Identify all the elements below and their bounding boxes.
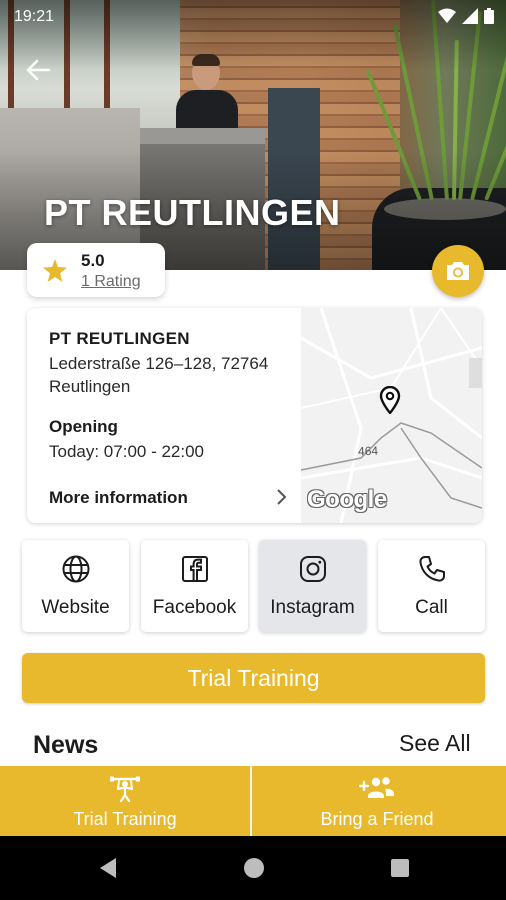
star-icon — [43, 259, 67, 282]
status-time: 19:21 — [14, 8, 55, 25]
studio-name: PT REUTLINGEN — [49, 329, 190, 348]
add-group-icon — [359, 777, 394, 798]
back-button[interactable] — [20, 52, 56, 88]
more-information-link[interactable]: More information — [49, 488, 188, 508]
camera-button[interactable] — [432, 245, 484, 297]
rating-count-link[interactable]: 1 Rating — [81, 273, 141, 291]
system-navigation-bar — [0, 836, 506, 900]
nav-recents-icon — [391, 859, 409, 877]
news-section-title: News — [33, 731, 99, 759]
instagram-icon — [299, 556, 326, 582]
bottom-tab-trial-training-label: Trial Training — [73, 809, 177, 829]
studio-address: Lederstraße 126–128, 72764 Reutlingen — [49, 354, 269, 396]
see-all-link[interactable]: See All — [399, 730, 471, 757]
call-button[interactable]: Call — [378, 540, 485, 632]
nav-back-button[interactable] — [94, 854, 122, 882]
status-bar: 19:21 — [0, 0, 506, 34]
arrow-left-icon — [26, 59, 51, 81]
trial-training-button[interactable]: Trial Training — [22, 653, 485, 703]
opening-hours: Today: 07:00 - 22:00 — [49, 442, 205, 461]
website-label: Website — [41, 597, 110, 618]
website-button[interactable]: Website — [22, 540, 129, 632]
phone-icon — [418, 556, 445, 582]
bottom-tab-bring-a-friend-label: Bring a Friend — [320, 809, 434, 829]
page-title: PT REUTLINGEN — [44, 192, 341, 233]
location-map[interactable]: 464 Google — [301, 308, 482, 523]
opening-label: Opening — [49, 417, 118, 436]
nav-recents-button[interactable] — [386, 854, 414, 882]
facebook-button[interactable]: Facebook — [141, 540, 248, 632]
facebook-label: Facebook — [152, 597, 237, 618]
instagram-label: Instagram — [270, 597, 355, 618]
instagram-button[interactable]: Instagram — [259, 540, 366, 632]
nav-home-button[interactable] — [240, 854, 268, 882]
bottom-tab-bring-a-friend[interactable]: Bring a Friend — [252, 766, 502, 836]
map-pin-icon — [379, 386, 401, 414]
contact-actions: Website Facebook Instagram Call — [22, 540, 485, 632]
chevron-right-icon[interactable] — [276, 488, 288, 506]
nav-home-icon — [244, 858, 264, 878]
trial-training-icon — [109, 776, 141, 802]
facebook-icon — [181, 556, 208, 582]
rating-score: 5.0 — [81, 251, 105, 270]
globe-icon — [62, 555, 89, 583]
bottom-action-bar: Trial Training Bring a Friend — [0, 766, 506, 836]
nav-back-icon — [100, 858, 116, 878]
battery-icon — [484, 8, 494, 24]
call-label: Call — [415, 597, 448, 618]
rating-card[interactable]: 5.0 1 Rating — [27, 243, 165, 297]
road-number-label: 464 — [357, 443, 379, 459]
google-attribution: Google — [307, 486, 387, 513]
studio-info-card: PT REUTLINGEN Lederstraße 126–128, 72764… — [27, 308, 482, 523]
signal-icon — [462, 8, 478, 24]
bottom-tab-trial-training[interactable]: Trial Training — [0, 766, 250, 836]
wifi-icon — [438, 8, 456, 23]
camera-icon — [447, 262, 469, 280]
